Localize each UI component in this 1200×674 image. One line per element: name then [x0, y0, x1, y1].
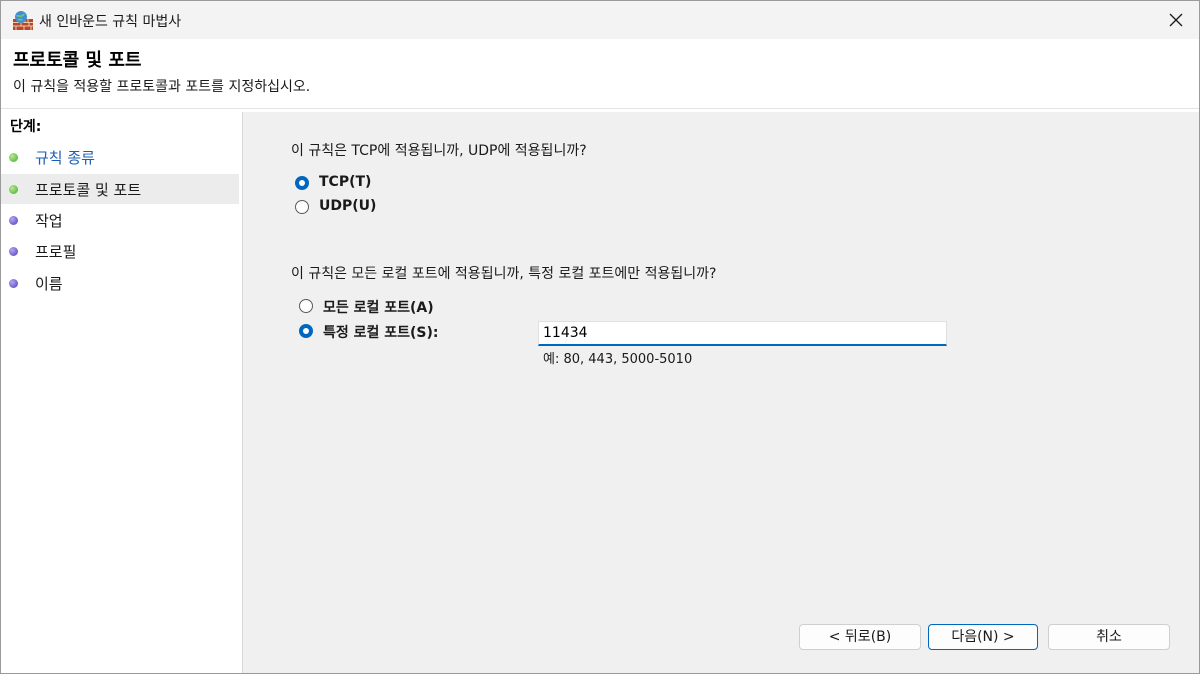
- close-button[interactable]: [1153, 1, 1199, 39]
- page-subtitle: 이 규칙을 적용할 프로토콜과 포트를 지정하십시오.: [13, 79, 311, 95]
- step-status-icon: [9, 185, 18, 194]
- steps-sidebar: 단계: 규칙 종류 프로토콜 및 포트 작업 프로필 이름: [1, 112, 243, 673]
- title-bar: 새 인바운드 규칙 마법사: [1, 1, 1199, 39]
- wizard-header: 프로토콜 및 포트 이 규칙을 적용할 프로토콜과 포트를 지정하십시오.: [1, 39, 1199, 109]
- radio-indicator: [295, 200, 309, 214]
- step-name[interactable]: 이름: [1, 268, 239, 298]
- step-protocol-and-ports[interactable]: 프로토콜 및 포트: [1, 174, 239, 204]
- step-rule-type[interactable]: 규칙 종류: [1, 142, 239, 172]
- all-local-ports-label: 모든 로컬 포트(A): [323, 300, 434, 316]
- next-button[interactable]: 다음(N) >: [928, 624, 1038, 650]
- protocol-question: 이 규칙은 TCP에 적용됩니까, UDP에 적용됩니까?: [291, 143, 587, 159]
- step-status-icon: [9, 247, 18, 256]
- firewall-icon: [13, 11, 33, 30]
- page-title: 프로토콜 및 포트: [13, 50, 142, 71]
- step-label: 프로토콜 및 포트: [35, 181, 142, 199]
- step-label: 작업: [35, 212, 63, 230]
- specific-ports-input[interactable]: [538, 321, 947, 346]
- cancel-button[interactable]: 취소: [1048, 624, 1170, 650]
- back-button[interactable]: < 뒤로(B): [799, 624, 921, 650]
- udp-radio-label: UDP(U): [319, 198, 377, 214]
- radio-indicator: [299, 299, 313, 313]
- step-profile[interactable]: 프로필: [1, 236, 239, 266]
- radio-indicator: [299, 324, 313, 338]
- close-icon: [1169, 13, 1183, 27]
- wizard-window: 새 인바운드 규칙 마법사 프로토콜 및 포트 이 규칙을 적용할 프로토콜과 …: [0, 0, 1200, 674]
- step-action[interactable]: 작업: [1, 205, 239, 235]
- ports-example-hint: 예: 80, 443, 5000-5010: [543, 352, 693, 367]
- step-status-icon: [9, 279, 18, 288]
- step-label: 규칙 종류: [35, 149, 95, 167]
- step-label: 이름: [35, 275, 63, 293]
- step-label: 프로필: [35, 243, 77, 261]
- radio-indicator: [295, 176, 309, 190]
- specific-local-ports-label: 특정 로컬 포트(S):: [323, 325, 439, 341]
- step-status-icon: [9, 153, 18, 162]
- tcp-radio-label: TCP(T): [319, 174, 372, 190]
- step-status-icon: [9, 216, 18, 225]
- ports-question: 이 규칙은 모든 로컬 포트에 적용됩니까, 특정 로컬 포트에만 적용됩니까?: [291, 266, 717, 282]
- window-title: 새 인바운드 규칙 마법사: [39, 14, 182, 30]
- steps-label: 단계:: [10, 119, 42, 135]
- wizard-content: 이 규칙은 TCP에 적용됩니까, UDP에 적용됩니까? TCP(T) UDP…: [243, 112, 1199, 673]
